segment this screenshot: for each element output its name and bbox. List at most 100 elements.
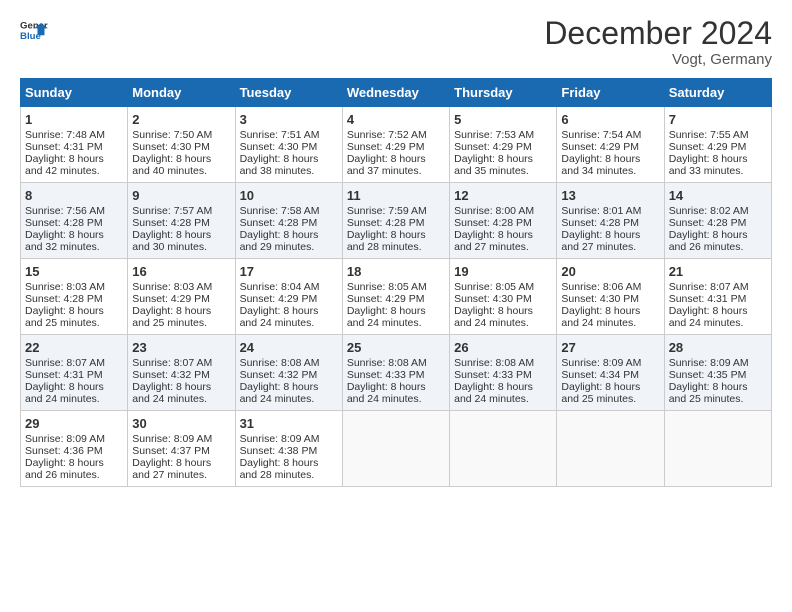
day-number: 26 bbox=[454, 340, 552, 355]
day-number: 13 bbox=[561, 188, 659, 203]
sunrise-text: Sunrise: 8:05 AM bbox=[454, 281, 534, 293]
daylight-text: Daylight: 8 hours and 28 minutes. bbox=[240, 457, 319, 481]
day-number: 17 bbox=[240, 264, 338, 279]
day-header-monday: Monday bbox=[128, 79, 235, 107]
calendar-cell: 31 Sunrise: 8:09 AMSunset: 4:38 PMDayligh… bbox=[235, 411, 342, 487]
daylight-text: Daylight: 8 hours and 29 minutes. bbox=[240, 229, 319, 253]
daylight-text: Daylight: 8 hours and 27 minutes. bbox=[132, 457, 211, 481]
daylight-text: Daylight: 8 hours and 30 minutes. bbox=[132, 229, 211, 253]
sunrise-text: Sunrise: 8:07 AM bbox=[132, 357, 212, 369]
sunrise-text: Sunrise: 8:08 AM bbox=[347, 357, 427, 369]
week-row-1: 1Sunrise: 7:48 AMSunset: 4:31 PMDaylight… bbox=[21, 107, 772, 183]
calendar-cell: 22Sunrise: 8:07 AMSunset: 4:31 PMDayligh… bbox=[21, 335, 128, 411]
day-header-friday: Friday bbox=[557, 79, 664, 107]
calendar-cell: 7Sunrise: 7:55 AMSunset: 4:29 PMDaylight… bbox=[664, 107, 771, 183]
sunset-text: Sunset: 4:29 PM bbox=[347, 141, 425, 153]
sunrise-text: Sunrise: 8:09 AM bbox=[240, 433, 320, 445]
week-row-3: 15 Sunrise: 8:03 AMSunset: 4:28 PM Dayligh… bbox=[21, 259, 772, 335]
title-area: December 2024 Vogt, Germany bbox=[544, 16, 772, 68]
sunset-text: Sunset: 4:38 PM bbox=[240, 445, 318, 457]
sunset-text: Sunset: 4:34 PM bbox=[561, 369, 639, 381]
day-number: 15 bbox=[25, 264, 123, 279]
daylight-text: Daylight: 8 hours and 33 minutes. bbox=[669, 153, 748, 177]
sunrise-text: Sunrise: 7:54 AM bbox=[561, 129, 641, 141]
day-header-thursday: Thursday bbox=[450, 79, 557, 107]
calendar-header-row: SundayMondayTuesdayWednesdayThursdayFrid… bbox=[21, 79, 772, 107]
calendar-cell bbox=[342, 411, 449, 487]
calendar-cell: 4Sunrise: 7:52 AMSunset: 4:29 PMDaylight… bbox=[342, 107, 449, 183]
sunset-text: Sunset: 4:30 PM bbox=[132, 141, 210, 153]
daylight-text: Daylight: 8 hours and 26 minutes. bbox=[669, 229, 748, 253]
sunset-text: Sunset: 4:28 PM bbox=[132, 217, 210, 229]
sunrise-text: Sunrise: 7:48 AM bbox=[25, 129, 105, 141]
sunset-text: Sunset: 4:29 PM bbox=[454, 141, 532, 153]
daylight-text: Daylight: 8 hours and 24 minutes. bbox=[347, 305, 426, 329]
day-header-sunday: Sunday bbox=[21, 79, 128, 107]
calendar-cell: 17 Sunrise: 8:04 AMSunset: 4:29 PMDayligh… bbox=[235, 259, 342, 335]
calendar-cell: 20Sunrise: 8:06 AMSunset: 4:30 PMDayligh… bbox=[557, 259, 664, 335]
sunset-text: Sunset: 4:31 PM bbox=[669, 293, 747, 305]
sunset-text: Sunset: 4:31 PM bbox=[25, 369, 103, 381]
sunset-text: Sunset: 4:37 PM bbox=[132, 445, 210, 457]
sunset-text: Sunset: 4:29 PM bbox=[240, 293, 318, 305]
calendar-cell bbox=[664, 411, 771, 487]
page-header: General Blue December 2024 Vogt, Germany bbox=[20, 16, 772, 68]
sunset-text: Sunset: 4:32 PM bbox=[132, 369, 210, 381]
sunrise-text: Sunrise: 8:03 AM bbox=[25, 281, 105, 293]
daylight-text: Daylight: 8 hours and 38 minutes. bbox=[240, 153, 319, 177]
daylight-text: Daylight: 8 hours and 24 minutes. bbox=[240, 305, 319, 329]
daylight-text: Daylight: 8 hours and 26 minutes. bbox=[25, 457, 104, 481]
calendar-cell: 15Sunrise: 8:03 AMSunset: 4:28 PMDayligh… bbox=[21, 259, 128, 335]
calendar-cell: 9Sunrise: 7:57 AMSunset: 4:28 PMDaylight… bbox=[128, 183, 235, 259]
sunrise-text: Sunrise: 8:02 AM bbox=[669, 205, 749, 217]
calendar-cell: 14Sunrise: 8:02 AMSunset: 4:28 PMDayligh… bbox=[664, 183, 771, 259]
calendar-cell bbox=[450, 411, 557, 487]
sunset-text: Sunset: 4:29 PM bbox=[132, 293, 210, 305]
daylight-text: Daylight: 8 hours and 24 minutes. bbox=[561, 305, 640, 329]
sunrise-text: Sunrise: 8:00 AM bbox=[454, 205, 534, 217]
daylight-text: Daylight: 8 hours and 24 minutes. bbox=[454, 305, 533, 329]
day-number: 31 bbox=[240, 416, 338, 431]
sunrise-text: Sunrise: 7:56 AM bbox=[25, 205, 105, 217]
sunrise-text: Sunrise: 8:04 AM bbox=[240, 281, 320, 293]
sunrise-text: Sunrise: 8:09 AM bbox=[669, 357, 749, 369]
daylight-text: Daylight: 8 hours and 35 minutes. bbox=[454, 153, 533, 177]
sunset-text: Sunset: 4:28 PM bbox=[454, 217, 532, 229]
sunrise-text: Sunrise: 7:58 AM bbox=[240, 205, 320, 217]
day-number: 30 bbox=[132, 416, 230, 431]
calendar-cell: 28Sunrise: 8:09 AMSunset: 4:35 PMDayligh… bbox=[664, 335, 771, 411]
sunset-text: Sunset: 4:30 PM bbox=[561, 293, 639, 305]
daylight-text: Daylight: 8 hours and 40 minutes. bbox=[132, 153, 211, 177]
calendar-cell: 5Sunrise: 7:53 AMSunset: 4:29 PMDaylight… bbox=[450, 107, 557, 183]
day-number: 4 bbox=[347, 112, 445, 127]
sunrise-text: Sunrise: 8:01 AM bbox=[561, 205, 641, 217]
daylight-text: Daylight: 8 hours and 24 minutes. bbox=[132, 381, 211, 405]
daylight-text: Daylight: 8 hours and 28 minutes. bbox=[347, 229, 426, 253]
sunrise-text: Sunrise: 8:09 AM bbox=[561, 357, 641, 369]
day-number: 18 bbox=[347, 264, 445, 279]
daylight-text: Daylight: 8 hours and 32 minutes. bbox=[25, 229, 104, 253]
calendar-cell: 30Sunrise: 8:09 AMSunset: 4:37 PMDayligh… bbox=[128, 411, 235, 487]
day-number: 7 bbox=[669, 112, 767, 127]
sunrise-text: Sunrise: 8:07 AM bbox=[25, 357, 105, 369]
daylight-text: Daylight: 8 hours and 24 minutes. bbox=[669, 305, 748, 329]
sunset-text: Sunset: 4:32 PM bbox=[240, 369, 318, 381]
sunrise-text: Sunrise: 7:52 AM bbox=[347, 129, 427, 141]
sunset-text: Sunset: 4:28 PM bbox=[347, 217, 425, 229]
day-header-tuesday: Tuesday bbox=[235, 79, 342, 107]
calendar-cell: 1Sunrise: 7:48 AMSunset: 4:31 PMDaylight… bbox=[21, 107, 128, 183]
calendar-cell: 26Sunrise: 8:08 AMSunset: 4:33 PMDayligh… bbox=[450, 335, 557, 411]
sunset-text: Sunset: 4:36 PM bbox=[25, 445, 103, 457]
logo-icon: General Blue bbox=[20, 16, 48, 44]
day-number: 24 bbox=[240, 340, 338, 355]
daylight-text: Daylight: 8 hours and 42 minutes. bbox=[25, 153, 104, 177]
sunset-text: Sunset: 4:28 PM bbox=[25, 293, 103, 305]
sunset-text: Sunset: 4:28 PM bbox=[561, 217, 639, 229]
calendar-cell: 23Sunrise: 8:07 AMSunset: 4:32 PMDayligh… bbox=[128, 335, 235, 411]
day-number: 10 bbox=[240, 188, 338, 203]
day-number: 8 bbox=[25, 188, 123, 203]
day-number: 1 bbox=[25, 112, 123, 127]
day-number: 6 bbox=[561, 112, 659, 127]
daylight-text: Daylight: 8 hours and 25 minutes. bbox=[561, 381, 640, 405]
calendar-cell: 18Sunrise: 8:05 AMSunset: 4:29 PMDayligh… bbox=[342, 259, 449, 335]
